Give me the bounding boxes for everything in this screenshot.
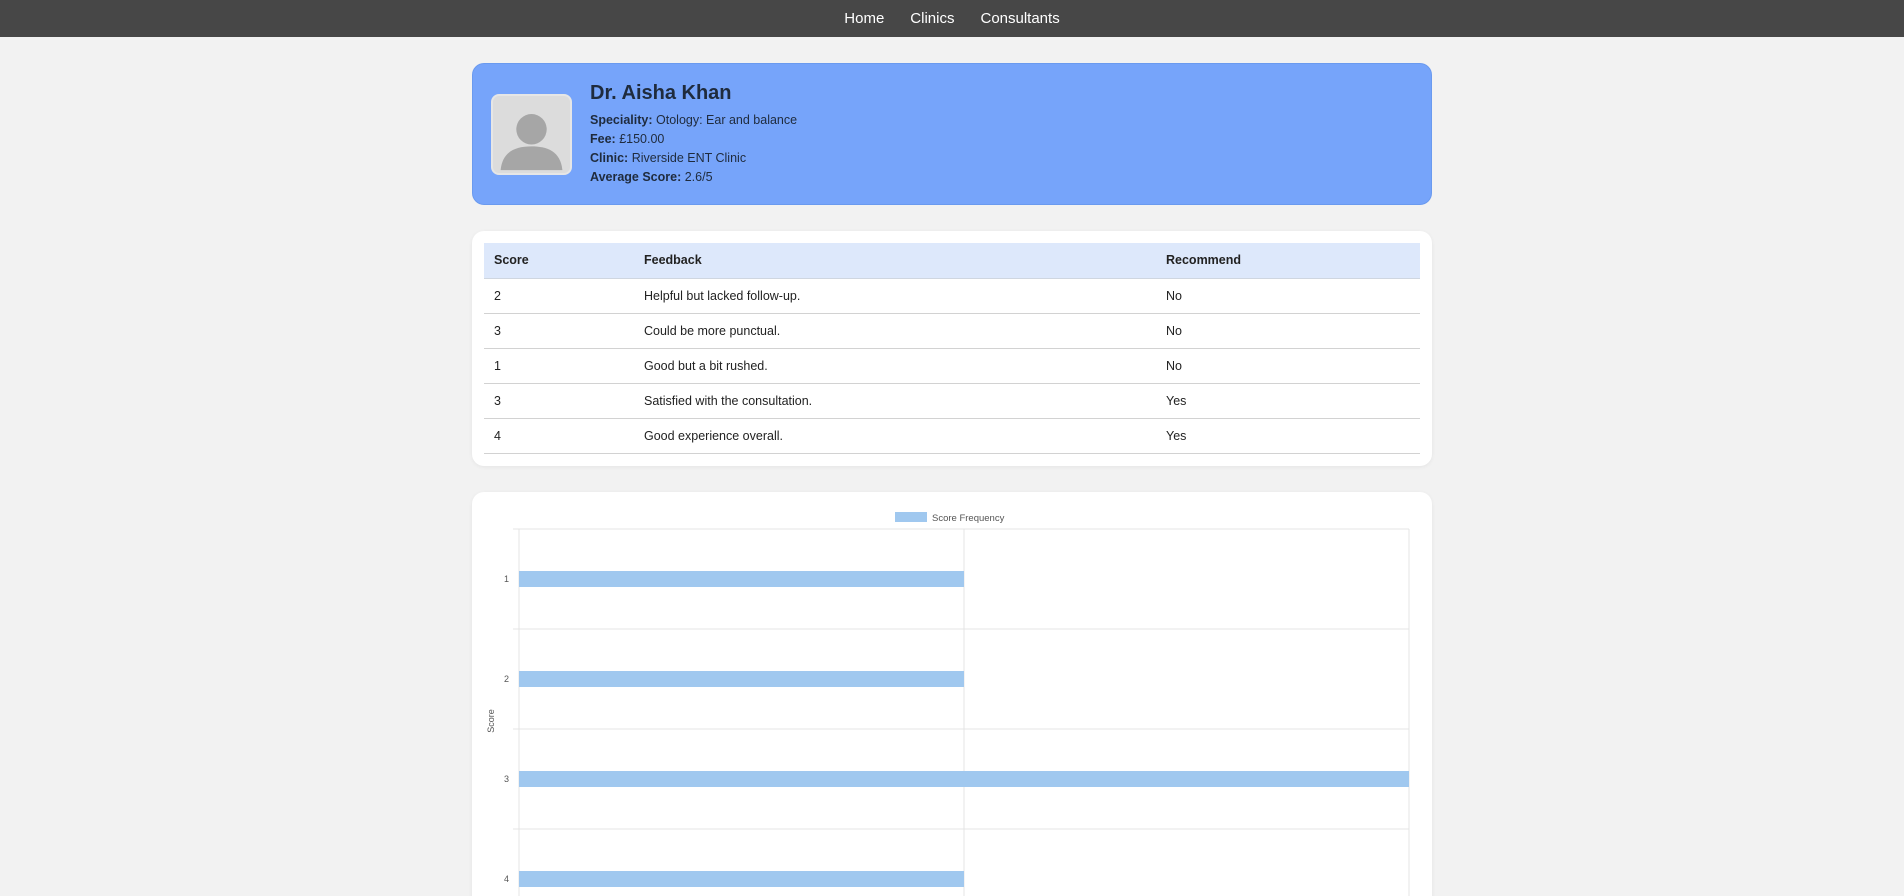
reviews-table: Score Feedback Recommend 2 Helpful but l… [484,243,1420,454]
cell-feedback: Good experience overall. [634,418,1156,454]
score-frequency-bar [519,670,964,687]
nav-home-link[interactable]: Home [844,10,884,27]
cell-score: 3 [484,383,634,419]
fee-row: Fee: £150.00 [590,130,797,149]
average-score-value: 2.6/5 [684,169,713,184]
cell-score: 2 [484,278,634,314]
table-row: 3 Could be more punctual. No [484,313,1420,349]
legend-swatch [895,511,927,522]
fee-label: Fee: [590,131,616,146]
nav-consultants-link[interactable]: Consultants [980,10,1059,27]
speciality-row: Speciality: Otology: Ear and balance [590,111,797,130]
y-axis-title: Score [486,709,496,733]
person-avatar-icon [491,93,572,175]
clinic-row: Clinic: Riverside ENT Clinic [590,149,797,168]
cell-score: 3 [484,313,634,349]
consultant-info: Dr. Aisha Khan Speciality: Otology: Ear … [590,82,797,187]
score-frequency-chart: 1 2 3 4 Score Score Frequency [486,511,1410,896]
cell-score: 1 [484,348,634,384]
cell-recommend: No [1156,348,1420,384]
cell-score: 4 [484,418,634,454]
cell-feedback: Satisfied with the consultation. [634,383,1156,419]
table-row: 2 Helpful but lacked follow-up. No [484,278,1420,314]
cell-feedback: Helpful but lacked follow-up. [634,278,1156,314]
reviews-table-card: Score Feedback Recommend 2 Helpful but l… [472,231,1432,466]
cell-recommend: Yes [1156,418,1420,454]
consultant-name: Dr. Aisha Khan [590,81,732,104]
score-frequency-bar [519,770,1409,787]
average-score-row: Average Score: 2.6/5 [590,168,797,187]
header-score: Score [484,243,634,279]
cell-feedback: Could be more punctual. [634,313,1156,349]
score-frequency-bar [519,570,964,587]
clinic-label: Clinic: [590,150,629,165]
score-frequency-chart-card: 1 2 3 4 Score Score Frequency [472,491,1432,896]
nav-clinics-link[interactable]: Clinics [910,10,954,27]
table-row: 1 Good but a bit rushed. No [484,348,1420,384]
cell-feedback: Good but a bit rushed. [634,348,1156,384]
y-tick-label: 1 [504,574,509,584]
speciality-label: Speciality: [590,112,653,127]
top-navigation: Home Clinics Consultants [0,0,1904,37]
cell-recommend: No [1156,278,1420,314]
fee-value: £150.00 [619,131,665,146]
table-row: 3 Satisfied with the consultation. Yes [484,383,1420,419]
table-header-row: Score Feedback Recommend [484,243,1420,279]
cell-recommend: Yes [1156,383,1420,419]
header-recommend: Recommend [1156,243,1420,279]
speciality-value: Otology: Ear and balance [656,112,798,127]
y-tick-label: 3 [504,774,509,784]
consultant-profile-card: Dr. Aisha Khan Speciality: Otology: Ear … [472,63,1432,205]
main-content: Dr. Aisha Khan Speciality: Otology: Ear … [472,37,1432,896]
table-row: 4 Good experience overall. Yes [484,418,1420,454]
cell-recommend: No [1156,313,1420,349]
y-tick-label: 4 [504,874,509,884]
average-score-label: Average Score: [590,169,682,184]
score-frequency-bar [519,870,964,887]
legend-label: Score Frequency [932,513,1005,524]
clinic-value: Riverside ENT Clinic [631,150,747,165]
y-tick-label: 2 [504,674,509,684]
header-feedback: Feedback [634,243,1156,279]
